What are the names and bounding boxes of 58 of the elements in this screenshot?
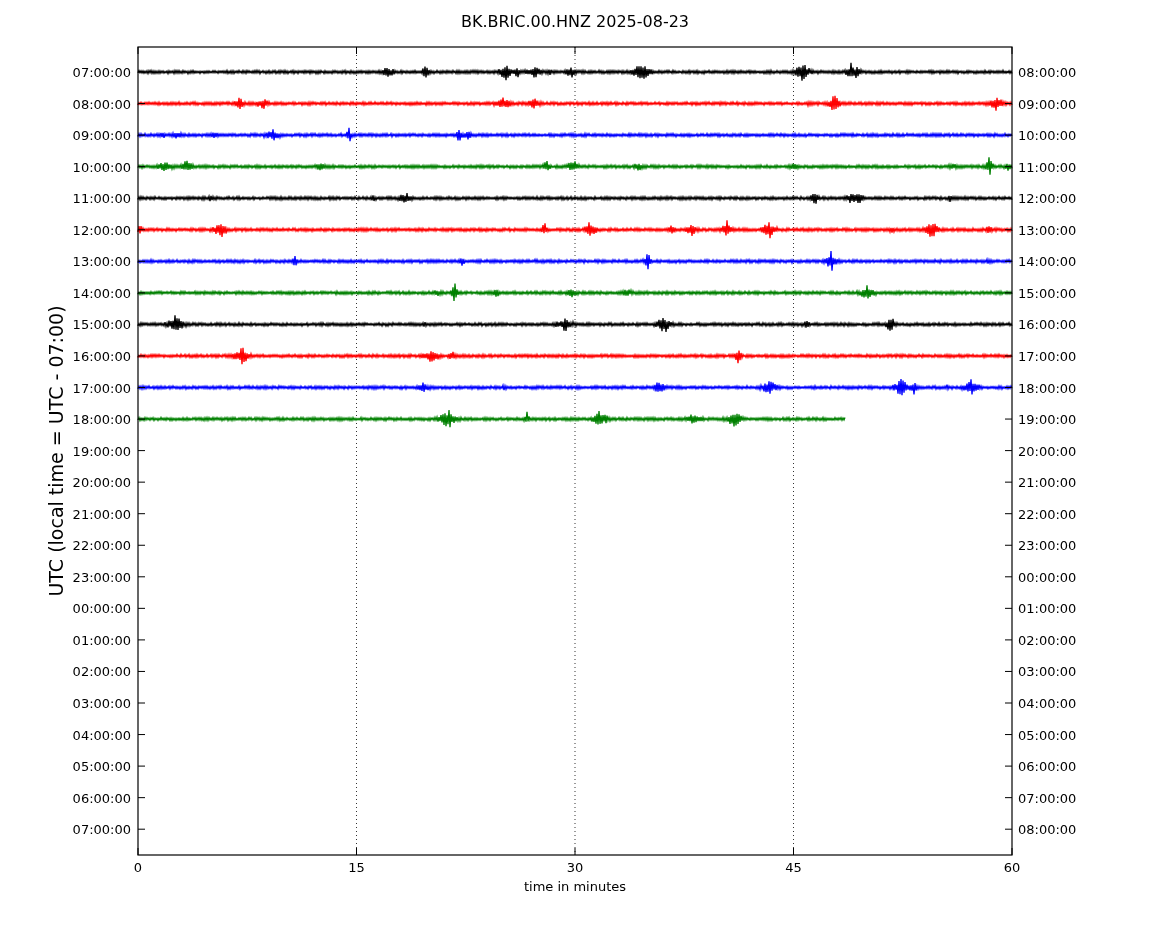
y-tick-label: 13:00:00 (72, 254, 131, 270)
y-tick-label: 10:00:00 (72, 159, 131, 175)
y-tick-label: 07:00:00 (72, 65, 131, 80)
y-tick-label: 16:00:00 (1018, 317, 1077, 333)
y-tick-label: 21:00:00 (72, 506, 131, 522)
y-tick-label: 08:00:00 (72, 96, 131, 112)
y-tick-label: 06:00:00 (72, 790, 131, 806)
y-tick-label: 07:00:00 (1018, 790, 1077, 806)
y-tick-label: 11:00:00 (1018, 159, 1077, 175)
y-tick-label: 06:00:00 (1018, 759, 1077, 775)
chart-title: BK.BRIC.00.HNZ 2025-08-23 (460, 12, 690, 31)
y-tick-label: 12:00:00 (72, 222, 131, 238)
x-tick-label: 0 (133, 860, 143, 875)
y-tick-label: 18:00:00 (72, 412, 131, 428)
y-tick-label: 17:00:00 (72, 380, 131, 396)
y-tick-label: 20:00:00 (72, 475, 131, 491)
y-tick-label: 09:00:00 (72, 128, 131, 144)
y-tick-label: 22:00:00 (1018, 506, 1077, 522)
y-tick-label: 04:00:00 (1018, 696, 1077, 711)
y-tick-label: 13:00:00 (1018, 222, 1077, 238)
y-tick-label: 02:00:00 (72, 664, 131, 680)
y-tick-label: 04:00:00 (72, 727, 131, 743)
y-tick-label: 07:00:00 (72, 822, 131, 838)
y-tick-label: 19:00:00 (72, 443, 131, 459)
y-tick-label: 18:00:00 (1018, 380, 1077, 396)
y-tick-label: 01:00:00 (72, 632, 131, 648)
x-tick-label: 30 (566, 860, 584, 875)
y-tick-label: 09:00:00 (1018, 96, 1077, 112)
y-tick-label: 16:00:00 (72, 348, 131, 364)
y-tick-label: 08:00:00 (1018, 822, 1077, 838)
y-tick-label: 14:00:00 (1018, 254, 1077, 270)
y-tick-label: 21:00:00 (1018, 475, 1077, 491)
y-tick-label: 08:00:00 (1018, 65, 1077, 80)
y-tick-label: 11:00:00 (72, 191, 131, 207)
y-tick-label: 03:00:00 (1018, 664, 1077, 680)
y-tick-label: 10:00:00 (1018, 128, 1077, 144)
y-tick-label: 17:00:00 (1018, 348, 1077, 364)
y-tick-label: 15:00:00 (1018, 285, 1077, 301)
y-tick-label: 03:00:00 (72, 696, 131, 711)
y-tick-label: 00:00:00 (1018, 569, 1077, 585)
y-axis-label: UTC (local time = UTC - 07:00) (45, 305, 67, 597)
y-tick-label: 00:00:00 (72, 601, 131, 617)
y-tick-label: 22:00:00 (72, 538, 131, 554)
x-tick-label: 60 (1003, 860, 1021, 875)
y-tick-label: 23:00:00 (72, 569, 131, 585)
y-tick-label: 15:00:00 (72, 317, 131, 333)
y-tick-label: 02:00:00 (1018, 632, 1077, 648)
y-tick-label: 19:00:00 (1018, 412, 1077, 428)
y-tick-label: 01:00:00 (1018, 601, 1077, 617)
x-tick-label: 15 (348, 860, 365, 875)
y-tick-label: 12:00:00 (1018, 191, 1077, 207)
x-tick-label: 45 (785, 860, 802, 875)
y-tick-label: 23:00:00 (1018, 538, 1077, 554)
y-tick-label: 05:00:00 (72, 759, 131, 775)
y-tick-label: 20:00:00 (1018, 443, 1077, 459)
y-tick-label: 05:00:00 (1018, 727, 1077, 743)
x-axis-label: time in minutes (523, 879, 627, 894)
y-tick-label: 14:00:00 (72, 285, 131, 301)
